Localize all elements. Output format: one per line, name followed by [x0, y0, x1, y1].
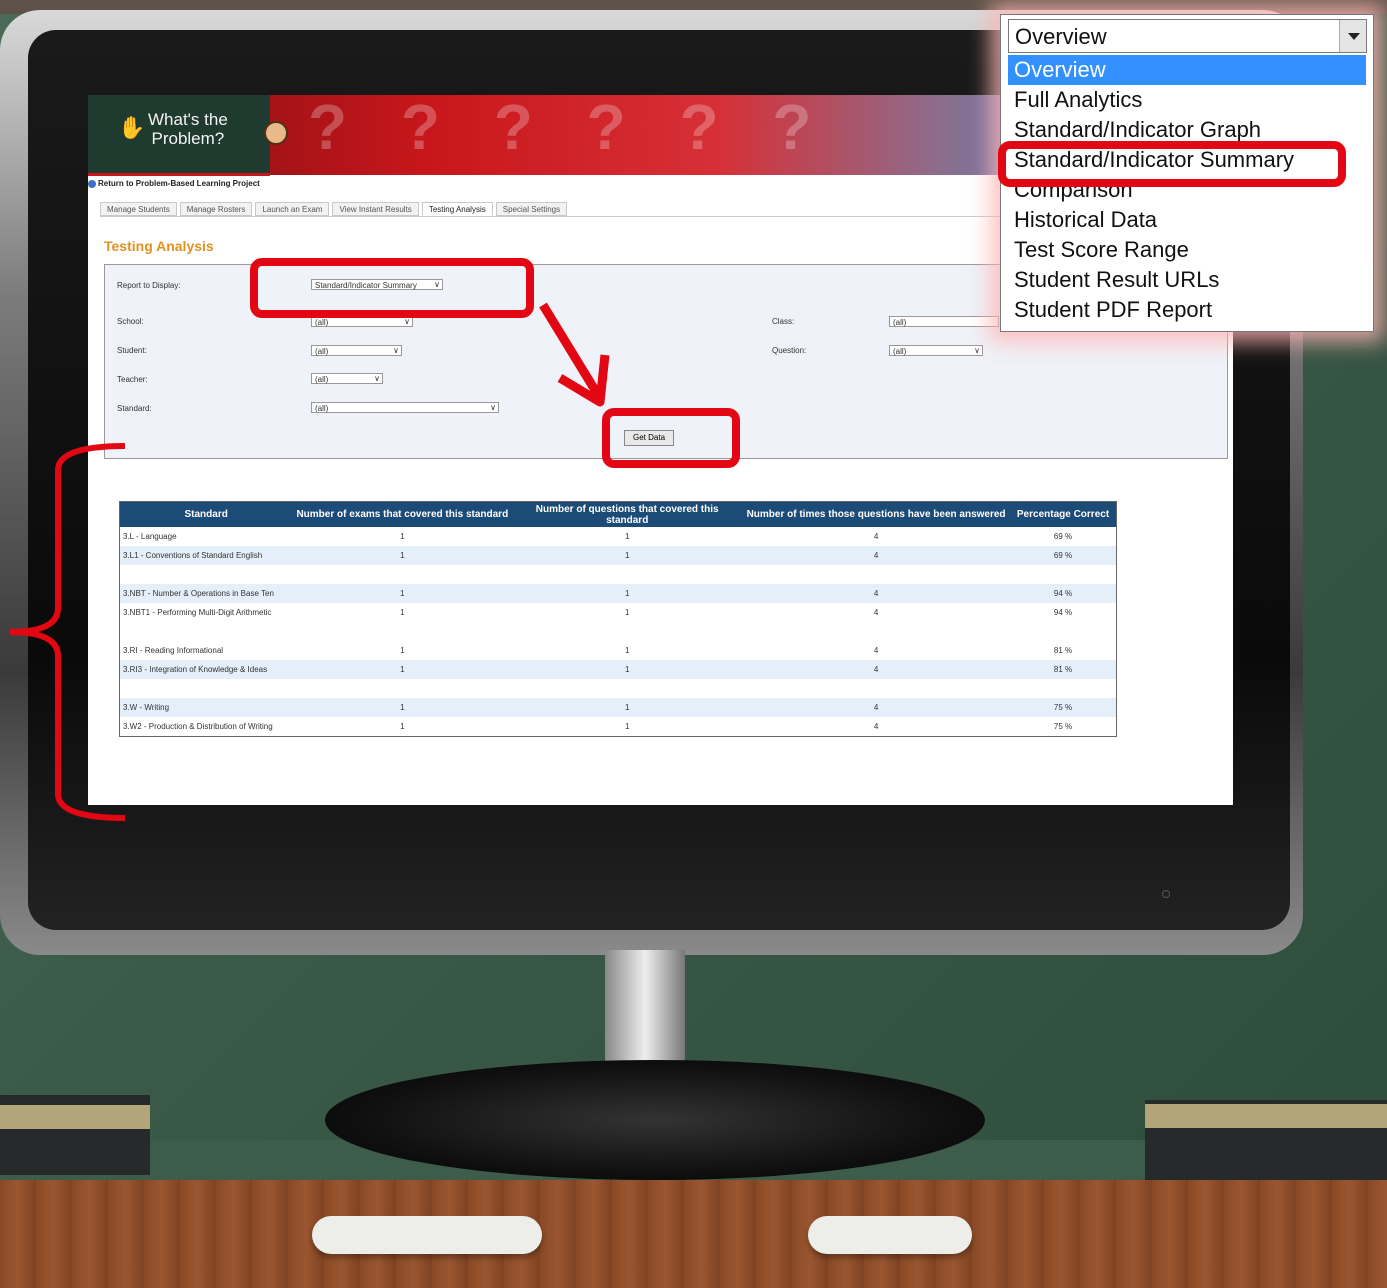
option-student-pdf-report[interactable]: Student PDF Report	[1008, 295, 1366, 325]
dropdown-options: Overview Full Analytics Standard/Indicat…	[1008, 55, 1366, 325]
option-full-analytics[interactable]: Full Analytics	[1008, 85, 1366, 115]
option-overview[interactable]: Overview	[1008, 55, 1366, 85]
summary-option-highlight	[998, 141, 1346, 187]
dropdown-arrow-icon[interactable]	[1339, 20, 1366, 52]
option-historical-data[interactable]: Historical Data	[1008, 205, 1366, 235]
report-dropdown-select[interactable]: Overview	[1008, 19, 1367, 53]
dropdown-current-value: Overview	[1015, 24, 1107, 49]
table-bracket	[9, 443, 126, 821]
option-student-result-urls[interactable]: Student Result URLs	[1008, 265, 1366, 295]
option-test-score-range[interactable]: Test Score Range	[1008, 235, 1366, 265]
